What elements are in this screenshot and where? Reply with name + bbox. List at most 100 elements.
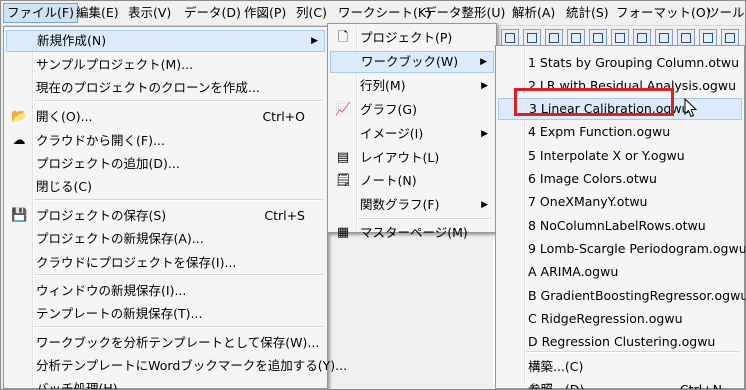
menu-item[interactable]: 閉じる(C) (6, 176, 325, 198)
menu-item[interactable]: 📈 グラフ(G) (330, 99, 494, 121)
menu-item-label: プロジェクトの保存(S) (36, 208, 167, 223)
submenu-arrow-icon: ▶ (481, 200, 488, 210)
menu-item-label: B GradientBoostingRegressor.ogwu (528, 288, 746, 303)
submenu-arrow-icon: ▶ (481, 129, 488, 139)
menu-item[interactable]: ワークブック(W) ▶ (330, 51, 494, 73)
menu-item-label: レイアウト(L) (360, 150, 440, 165)
menu-item[interactable]: A ARIMA.ogwu (498, 261, 742, 283)
menu-item-label: 6 Image Colors.otwu (528, 171, 657, 186)
menu-item-label: グラフ(G) (360, 102, 417, 117)
menubar-item[interactable]: データ(D) (181, 3, 244, 23)
menu-item-label: 開く(O)... (36, 109, 93, 124)
menubar-item[interactable]: 解析(A) (509, 3, 558, 23)
new-submenu: 🗋 プロジェクト(P) ワークブック(W) ▶ 行列(M) ▶ 📈 グラフ(G) イメージ(I)… (327, 23, 497, 240)
menu-item[interactable]: テンプレートの新規保存(T)... (6, 303, 325, 325)
menu-separator (358, 218, 492, 220)
menu-item-label: ノート(N) (360, 173, 417, 188)
menu-item-label: ウィンドウの新規保存(I)... (36, 283, 187, 298)
menu-item-label: クラウドから開く(F)... (36, 133, 165, 148)
menu-item[interactable]: 1 Stats by Grouping Column.otwu (498, 52, 742, 74)
menu-item[interactable]: 9 Lomb-Scargle Periodogram.ogwu (498, 238, 745, 260)
menu-item[interactable]: 5 Interpolate X or Y.ogwu (498, 145, 742, 167)
menu-item-label: C RidgeRegression.ogwu (528, 311, 683, 326)
menu-item[interactable]: 💾 プロジェクトの保存(S) Ctrl+S (6, 205, 325, 227)
file-menu: 新規作成(N) ▶ サンプルプロジェクト(M)... 現在のプロジェクトのクローンを作… (3, 26, 347, 389)
master-page-icon: ▦ (336, 225, 350, 240)
menu-item-label: 構築...(C) (528, 359, 584, 374)
menu-item[interactable]: 新規作成(N) ▶ (6, 30, 325, 52)
menu-item[interactable]: 関数グラフ(F) ▶ (330, 194, 494, 216)
menu-item-label: 閉じる(C) (36, 179, 92, 194)
menu-item-shortcut: Ctrl+S (264, 208, 305, 223)
submenu-arrow-icon: ▶ (480, 57, 487, 67)
menu-separator (34, 100, 323, 102)
menu-item[interactable]: 現在のプロジェクトのクローンを作成... (6, 77, 325, 99)
menubar-item[interactable]: ファイル(F) (3, 3, 78, 23)
menubar-item[interactable]: 表示(V) (125, 3, 174, 23)
menubar-item[interactable]: 統計(S) (563, 3, 612, 23)
menu-item-label: 参照...(D) (528, 382, 585, 390)
application-window: ファイル(F) 編集(E) 表示(V) データ(D) 作図(P) 列(C) ワークシート(K… (0, 0, 746, 390)
menu-item[interactable]: 📂 開く(O)... Ctrl+O (6, 106, 325, 128)
menu-item[interactable]: クラウドにプロジェクトを保存(I)... (6, 252, 325, 274)
menu-item-label: 7 OneXManyY.otwu (528, 194, 648, 209)
menu-item[interactable]: 構築...(C) (498, 356, 742, 378)
save-icon: 💾 (11, 208, 28, 223)
menubar-item[interactable]: ワークシート(K) (335, 3, 434, 23)
menu-item[interactable]: B GradientBoostingRegressor.ogwu (498, 285, 745, 307)
notes-icon: 🗒 (335, 173, 352, 188)
menu-item-label: ワークブックを分析テンプレートとして保存(W)... (36, 335, 320, 350)
menu-item[interactable]: 🗒 ノート(N) (330, 170, 494, 192)
menu-item[interactable]: 6 Image Colors.otwu (498, 168, 742, 190)
menu-item[interactable]: ▤ レイアウト(L) (330, 147, 494, 169)
menu-item-label: A ARIMA.ogwu (528, 264, 619, 279)
submenu-arrow-icon: ▶ (481, 81, 488, 91)
menu-item[interactable]: ▦ マスターページ(M) (330, 222, 494, 244)
menu-item-label: 分析テンプレートにWordブックマークを追加する(Y)... (36, 358, 348, 373)
project-icon: 🗋 (337, 30, 349, 45)
menu-item[interactable]: 行列(M) ▶ (330, 75, 494, 97)
submenu-arrow-icon: ▶ (311, 36, 318, 46)
menu-item[interactable]: D Regression Clustering.ogwu (498, 331, 742, 353)
menubar-item[interactable]: 作図(P) (241, 3, 289, 23)
menu-separator (34, 274, 323, 276)
menu-item[interactable]: サンプルプロジェクト(M)... (6, 54, 325, 76)
menu-item-shortcut: Ctrl+N (679, 382, 722, 390)
menu-item-label: 新規作成(N) (37, 33, 107, 48)
menubar-item[interactable]: フォーマット(O) (613, 3, 714, 23)
menu-item-label: 1 Stats by Grouping Column.otwu (528, 55, 740, 70)
menu-item[interactable]: プロジェクトの新規保存(A)... (6, 228, 325, 250)
menu-item-label: 5 Interpolate X or Y.ogwu (528, 148, 685, 163)
menu-separator (34, 326, 323, 328)
menu-item-label: ワークブック(W) (361, 54, 459, 69)
menu-item[interactable]: バッチ処理(H)... (6, 378, 325, 389)
menu-item[interactable]: 🗋 プロジェクト(P) (330, 27, 494, 49)
menu-item[interactable]: 参照...(D) Ctrl+N (498, 379, 742, 390)
menu-item-shortcut: Ctrl+O (262, 109, 305, 124)
menu-item-label: プロジェクト(P) (360, 30, 453, 45)
menu-item-label: 8 NoColumnLabelRows.otwu (528, 218, 706, 233)
menu-item[interactable]: 7 OneXManyY.otwu (498, 191, 742, 213)
menubar-item[interactable]: ツール (704, 3, 745, 23)
menu-item[interactable]: ウィンドウの新規保存(I)... (6, 280, 325, 302)
menubar-item[interactable]: データ整形(U) (421, 3, 508, 23)
menu-item[interactable]: プロジェクトの追加(D)... (6, 153, 325, 175)
menu-item[interactable]: ☁ クラウドから開く(F)... (6, 130, 325, 152)
menu-item[interactable]: 分析テンプレートにWordブックマークを追加する(Y)... (6, 355, 347, 377)
cloud-open-icon: ☁ (12, 133, 26, 148)
menu-item[interactable]: C RidgeRegression.ogwu (498, 308, 742, 330)
menu-item[interactable]: 4 Expm Function.ogwu (498, 121, 742, 143)
menu-item[interactable]: ワークブックを分析テンプレートとして保存(W)... (6, 332, 325, 354)
menu-item-label: プロジェクトの追加(D)... (36, 156, 180, 171)
menubar-item[interactable]: 編集(E) (73, 3, 122, 23)
menu-item[interactable]: イメージ(I) ▶ (330, 123, 494, 145)
menu-item-label: テンプレートの新規保存(T)... (36, 306, 203, 321)
mouse-cursor-icon (684, 98, 698, 118)
menu-item[interactable]: 8 NoColumnLabelRows.otwu (498, 215, 742, 237)
menubar-item[interactable]: 列(C) (293, 3, 330, 23)
graph-icon: 📈 (335, 102, 352, 117)
menu-item-label: 関数グラフ(F) (360, 197, 440, 212)
highlight-annotation-box (514, 88, 674, 116)
open-folder-icon: 📂 (11, 109, 28, 124)
menu-item-label: 4 Expm Function.ogwu (528, 124, 671, 139)
